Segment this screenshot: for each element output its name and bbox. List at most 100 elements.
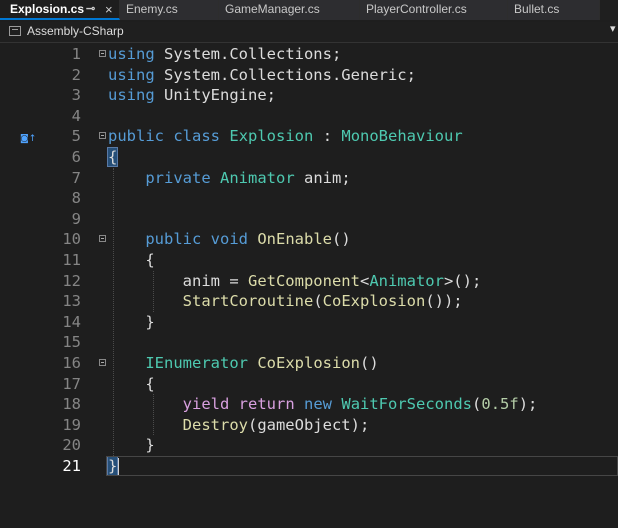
project-dropdown[interactable]: Assembly-CSharp [27, 24, 124, 38]
code-token: yield [182, 395, 230, 414]
line-number: 20 [62, 436, 81, 455]
code-line[interactable]: 15 [0, 332, 618, 353]
code-token: System.Collections; [154, 45, 342, 63]
code-token: IEnumerator [145, 354, 248, 372]
line-number: 7 [71, 168, 81, 187]
chevron-down-icon[interactable]: ▾ [610, 22, 616, 35]
code-line[interactable]: 7 private Animator anim; [0, 168, 618, 189]
collapse-icon[interactable] [99, 235, 106, 243]
code-token: ); [518, 395, 538, 414]
indent-guide [113, 167, 115, 456]
code-line[interactable]: 11 { [0, 250, 618, 271]
code-token: } [108, 436, 155, 455]
collapse-icon[interactable] [99, 50, 106, 57]
line-number: 11 [62, 251, 81, 269]
line-number: 9 [71, 209, 81, 228]
code-line[interactable]: 14 } [0, 312, 618, 333]
code-token: CoExplosion [322, 292, 426, 311]
code-line[interactable]: 3 using UnityEngine; [0, 85, 618, 106]
code-line[interactable]: 16 IEnumerator CoExplosion() [0, 353, 618, 374]
code-line[interactable]: 8 [0, 188, 618, 209]
code-text: { [108, 374, 155, 395]
code-editor[interactable]: 1 using System.Collections; 2 using System.… [0, 43, 618, 528]
code-token: anim = [108, 271, 248, 290]
tab-label: PlayerController.cs [366, 2, 467, 16]
tab-label: GameManager.cs [225, 2, 320, 16]
line-number: 12 [62, 271, 81, 290]
code-line[interactable]: 19 Destroy(gameObject); [0, 415, 618, 436]
code-token: ( [472, 395, 482, 414]
code-token: Destroy [182, 415, 248, 434]
code-text: } [108, 435, 155, 456]
code-token: ()); [425, 292, 463, 311]
line-number: 16 [62, 354, 81, 372]
tab-explosion-cs[interactable]: Explosion.cs ⊸ × [0, 0, 120, 20]
code-token: : [313, 127, 342, 146]
code-token: () [359, 354, 379, 372]
code-line[interactable]: 4 [0, 106, 618, 127]
line-number: 10 [62, 230, 81, 249]
collapse-icon[interactable] [99, 132, 106, 140]
code-token: (gameObject); [247, 415, 370, 434]
code-line[interactable]: 13 StartCoroutine(CoExplosion()); [0, 291, 618, 312]
code-token: OnEnable [257, 230, 332, 249]
code-token: >(); [443, 271, 482, 290]
tab-playercontroller-cs[interactable]: PlayerController.cs [360, 0, 508, 20]
code-token: StartCoroutine [182, 292, 314, 311]
code-token: Animator [220, 168, 295, 187]
line-number: 15 [62, 333, 81, 352]
code-token: ( [313, 292, 323, 311]
code-line[interactable]: 1 using System.Collections; [0, 44, 618, 65]
code-line[interactable]: 12 anim = GetComponent<Animator>(); [0, 271, 618, 292]
code-token: { [108, 374, 155, 393]
code-line[interactable]: 17 { [0, 374, 618, 395]
code-text: private Animator anim; [108, 168, 351, 189]
tab-enemy-cs[interactable]: Enemy.cs [120, 0, 219, 20]
matching-brace: { [106, 147, 119, 167]
tab-label: Explosion.cs [10, 2, 85, 16]
code-token: anim; [294, 168, 351, 187]
pin-icon[interactable]: ⊸ [86, 0, 95, 18]
code-line[interactable]: 5 ◙↑ public class Explosion : MonoBehaviou… [0, 126, 618, 147]
code-token: GetComponent [247, 271, 360, 290]
line-number: 4 [71, 106, 81, 125]
code-token: System.Collections.Generic; [154, 65, 416, 84]
code-line[interactable]: 10 public void OnEnable() [0, 229, 618, 250]
code-token: public [145, 230, 202, 249]
line-number: 19 [62, 415, 81, 434]
collapse-icon[interactable] [99, 359, 106, 366]
code-token: Explosion [229, 127, 314, 146]
code-text: using UnityEngine; [108, 85, 276, 106]
code-line[interactable]: 18 yield return new WaitForSeconds(0.5f)… [0, 394, 618, 415]
code-text: } [108, 312, 154, 333]
code-line[interactable]: 6{ [0, 147, 618, 168]
line-number: 5 [71, 127, 81, 146]
code-token: class [173, 127, 221, 146]
line-number: 21 [62, 457, 81, 475]
tab-gamemanager-cs[interactable]: GameManager.cs [219, 0, 360, 20]
code-text: IEnumerator CoExplosion() [108, 353, 379, 374]
tab-bullet-cs[interactable]: Bullet.cs [508, 0, 600, 20]
close-icon[interactable]: × [105, 0, 113, 18]
line-number: 17 [62, 374, 81, 393]
code-line[interactable]: 9 [0, 209, 618, 230]
code-text: { [108, 250, 155, 271]
project-icon [9, 26, 21, 36]
code-text: anim = GetComponent<Animator>(); [108, 271, 482, 292]
code-token: < [359, 271, 370, 290]
code-text: { [106, 147, 119, 168]
line-number: 6 [71, 148, 81, 166]
line-number: 14 [62, 312, 81, 331]
code-token: { [108, 251, 155, 269]
code-line[interactable]: 20 } [0, 435, 618, 456]
indent-guide [153, 394, 155, 436]
code-token: using [108, 86, 155, 105]
code-line[interactable]: 2 using System.Collections.Generic; [0, 65, 618, 86]
